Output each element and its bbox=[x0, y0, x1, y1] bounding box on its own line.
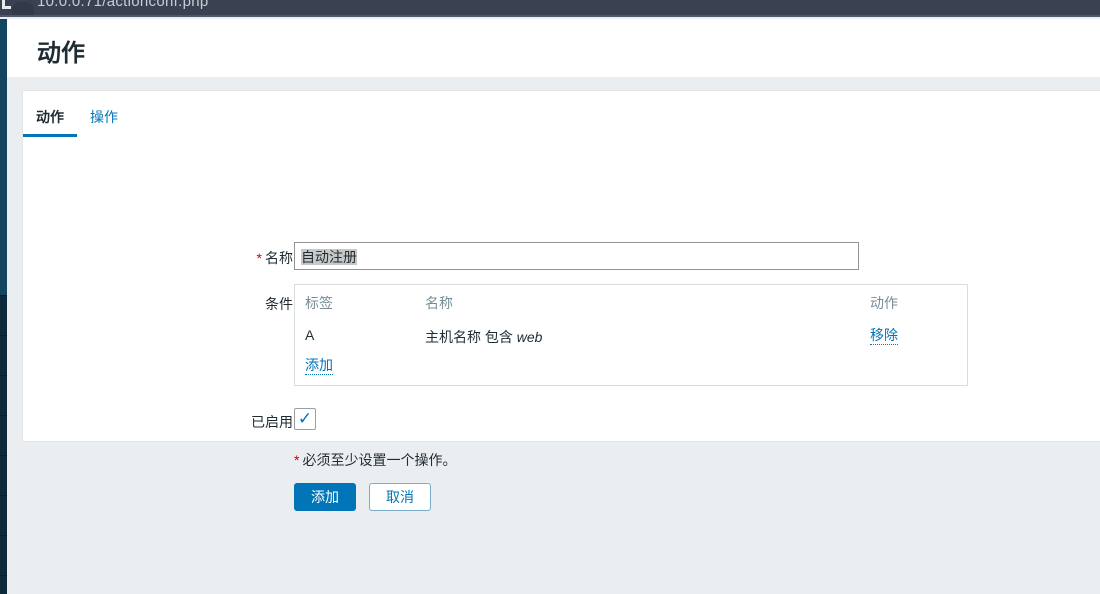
page-title: 动作 bbox=[37, 40, 85, 67]
browser-tab-fragment bbox=[12, 2, 34, 15]
add-condition-link[interactable]: 添加 bbox=[305, 357, 333, 375]
add-button[interactable]: 添加 bbox=[294, 483, 356, 511]
checkmark-icon: ✓ bbox=[297, 409, 313, 428]
required-asterisk: * bbox=[256, 250, 262, 266]
browser-topbar: 10.0.0.71/actionconf.php bbox=[0, 0, 1100, 17]
name-field-label: * 名称 bbox=[256, 250, 293, 266]
enabled-checkbox[interactable]: ✓ bbox=[294, 408, 316, 430]
form-button-row: 添加 取消 bbox=[294, 483, 431, 511]
operation-required-warning: * 必须至少设置一个操作。 bbox=[294, 452, 457, 468]
remove-condition-link[interactable]: 移除 bbox=[870, 327, 898, 345]
action-form-card: 动作 操作 * 名称 自动注册 条件 标签 名称 动作 A 主机名称 包含 web… bbox=[22, 90, 1100, 511]
address-bar-url[interactable]: 10.0.0.71/actionconf.php bbox=[37, 0, 209, 10]
condition-row-tag: A bbox=[305, 327, 315, 343]
conditions-field-label: 条件 bbox=[265, 296, 293, 312]
conditions-col-tag: 标签 bbox=[305, 295, 333, 311]
conditions-table: 标签 名称 动作 A 主机名称 包含 web 移除 添加 bbox=[294, 284, 968, 386]
browser-tab-icon bbox=[2, 0, 11, 9]
sidebar-collapsed-strip[interactable] bbox=[0, 19, 7, 594]
tab-bar: 动作 操作 bbox=[23, 99, 131, 137]
condition-row-action: 移除 bbox=[870, 327, 957, 347]
condition-row-name: 主机名称 包含 web bbox=[425, 329, 543, 345]
page-header: 动作 bbox=[7, 19, 1100, 77]
condition-value-italic: web bbox=[516, 329, 543, 345]
sidebar-strip-highlight bbox=[0, 19, 7, 295]
tab-operations[interactable]: 操作 bbox=[77, 99, 131, 133]
name-input-selected-text: 自动注册 bbox=[301, 249, 357, 265]
name-input[interactable]: 自动注册 bbox=[294, 242, 859, 270]
tab-action[interactable]: 动作 bbox=[23, 99, 77, 137]
cancel-button[interactable]: 取消 bbox=[369, 483, 431, 511]
required-asterisk: * bbox=[294, 452, 300, 468]
enabled-field-label: 已启用 bbox=[251, 414, 293, 430]
conditions-col-action: 动作 bbox=[870, 295, 898, 311]
conditions-col-name: 名称 bbox=[425, 295, 453, 311]
